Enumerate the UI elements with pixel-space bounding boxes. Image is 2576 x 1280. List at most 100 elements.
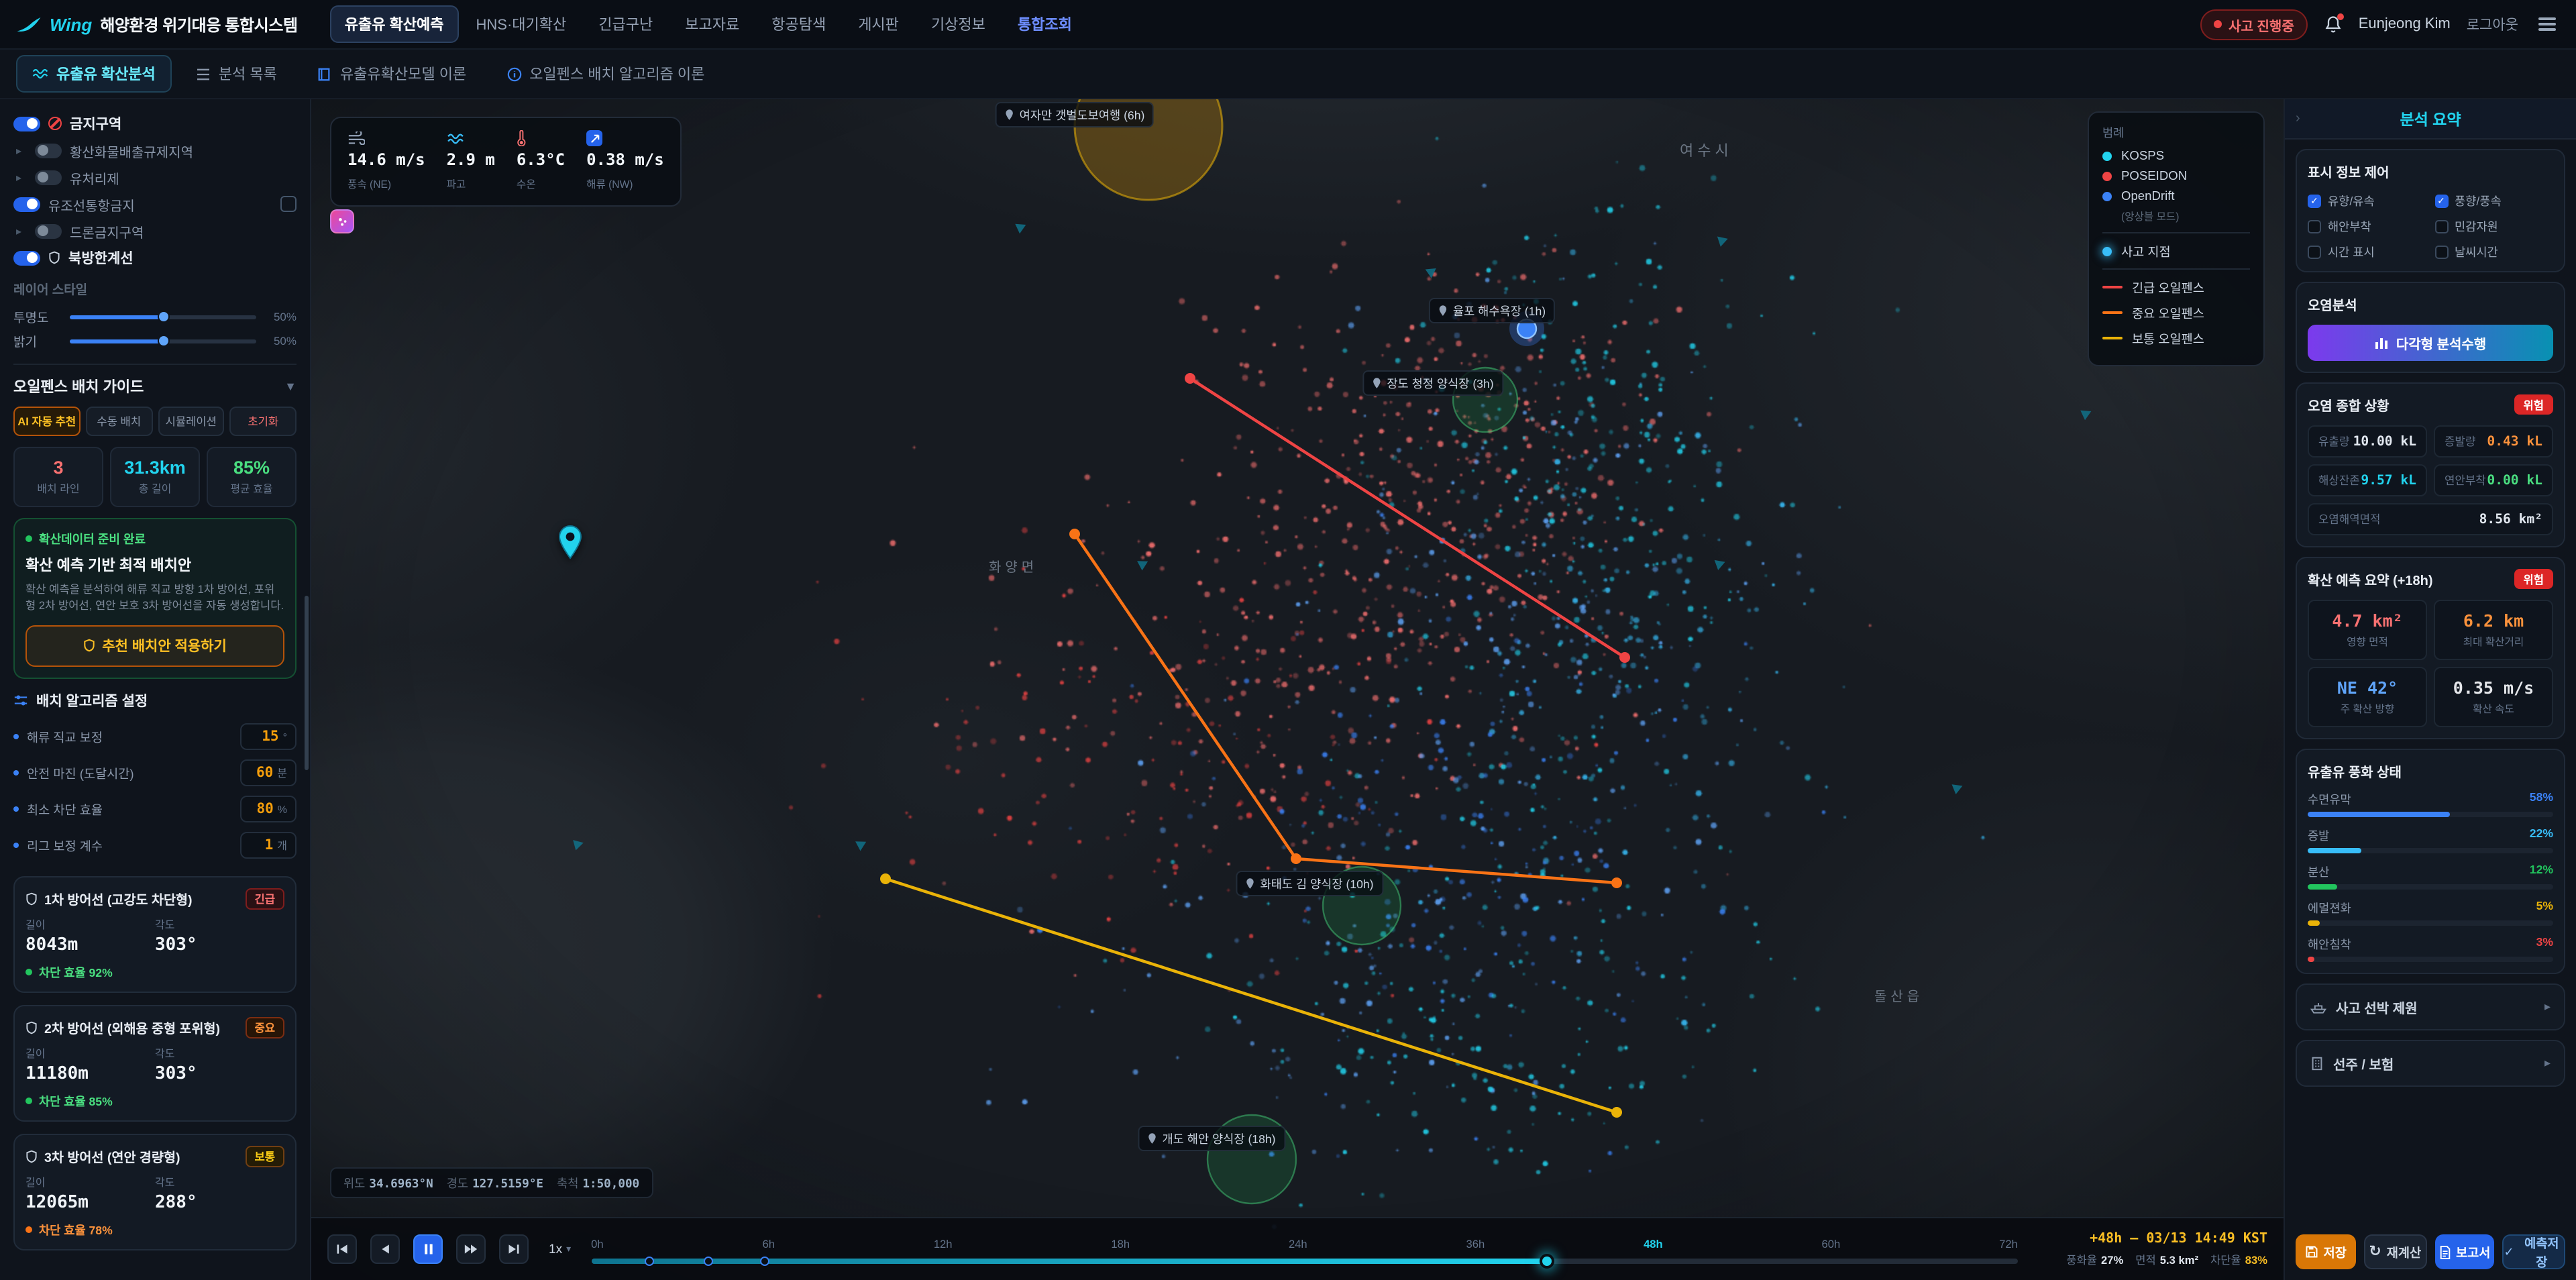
defense-line-card-3[interactable]: 3차 방어선 (연안 경량형) 보통 길이12065m 각도288° 차단 효율…	[13, 1134, 297, 1250]
expand-caret-icon[interactable]: ▸	[16, 144, 27, 156]
incident-status-badge[interactable]: 사고 진행중	[2200, 9, 2308, 40]
tab-boom-algorithm-theory[interactable]: 오일펜스 배치 알고리즘 이론	[490, 55, 720, 93]
block-efficiency: 차단 효율 78%	[25, 1221, 284, 1238]
user-name[interactable]: Eunjeong Kim	[2359, 16, 2451, 32]
defense-line-card-1[interactable]: 1차 방어선 (고강도 차단형) 긴급 길이8043m 각도303° 차단 효율…	[13, 876, 297, 993]
mode-manual-button[interactable]: 수동 배치	[86, 407, 153, 436]
recalculate-button[interactable]: ↻ 재계산	[2364, 1234, 2427, 1269]
checkbox-shoreline[interactable]: 해안부착	[2308, 217, 2426, 235]
layers-tool-button[interactable]	[330, 209, 354, 233]
nav-item-board[interactable]: 게시판	[843, 5, 914, 43]
nav-item-hns[interactable]: HNS·대기확산	[462, 5, 582, 43]
nav-item-integrated-search[interactable]: 통합조회	[1003, 5, 1087, 43]
checkbox-weather-time[interactable]: 날씨시간	[2434, 243, 2553, 260]
tab-diffusion-model-theory[interactable]: 유출유확산모델 이론	[301, 55, 482, 93]
slider-value: 50%	[267, 334, 297, 348]
wave-icon	[32, 67, 48, 81]
save-button[interactable]: 저장	[2296, 1234, 2356, 1269]
boom-guide-stats: 3 배치 라인 31.3km 총 길이 85% 평균 효율	[13, 447, 297, 507]
sidebar-scrollbar[interactable]	[305, 595, 309, 769]
building-icon	[2310, 1056, 2324, 1071]
layer-toggle-drone-ban[interactable]	[35, 223, 62, 238]
place-label-tidal-flat[interactable]: 여자만 갯벌도보여행 (6h)	[996, 102, 1155, 127]
layer-toggle-restricted-zone[interactable]	[13, 116, 40, 131]
risk-badge: 위험	[2514, 394, 2553, 415]
layer-toggle-nll[interactable]	[13, 250, 40, 265]
defense-line-card-2[interactable]: 2차 방어선 (외해용 중형 포위형) 중요 길이11180m 각도303° 차…	[13, 1005, 297, 1122]
nav-item-aerial-search[interactable]: 항공탐색	[757, 5, 841, 43]
legend-model-opendrift: OpenDrift	[2102, 189, 2250, 203]
param-input[interactable]: 1개	[240, 833, 297, 859]
place-label-yulpo-beach[interactable]: 율포 해수욕장 (1h)	[1429, 298, 1555, 323]
checkbox-flow[interactable]: 유향/유속	[2308, 192, 2426, 209]
wave-icon	[447, 129, 495, 148]
panel-collapse-icon[interactable]: ›	[2296, 111, 2300, 126]
wind-icon	[347, 129, 425, 148]
timeline-stats: 풍화율27% 면적5.3 km² 차단율83%	[2031, 1251, 2267, 1267]
layer-toggle-sox-zone[interactable]	[35, 143, 62, 158]
deploy-marker[interactable]	[761, 1257, 770, 1266]
chevron-down-icon[interactable]: ▼	[284, 380, 297, 393]
timeline-thumb[interactable]	[1540, 1254, 1554, 1269]
layer-toggle-tanker-ban[interactable]	[13, 197, 40, 211]
timeline-track[interactable]	[591, 1259, 2018, 1264]
checkbox-sensitive[interactable]: 민감자원	[2434, 217, 2553, 235]
map-pin[interactable]	[557, 525, 584, 566]
place-label-jangdo-farm[interactable]: 장도 청정 양식장 (3h)	[1362, 370, 1503, 396]
expand-caret-icon[interactable]: ▸	[16, 225, 27, 237]
owner-insurance-section[interactable]: 선주 / 보험 ▸	[2296, 1040, 2565, 1087]
param-input[interactable]: 80%	[240, 796, 297, 823]
report-button[interactable]: 보고서	[2434, 1234, 2495, 1269]
layer-label: 북방한계선	[68, 248, 133, 268]
max-distance-cell: 6.2 km최대 확산거리	[2434, 600, 2553, 660]
layer-label: 드론금지구역	[70, 221, 144, 241]
tab-analysis-list[interactable]: 분석 목록	[180, 55, 293, 93]
brand[interactable]: Wing 해양환경 위기대응 통합시스템	[16, 13, 298, 36]
skip-start-button[interactable]	[327, 1234, 357, 1264]
chart-icon	[2375, 337, 2388, 349]
expand-caret-icon[interactable]: ▸	[16, 171, 27, 183]
step-back-button[interactable]	[370, 1234, 400, 1264]
layer-options-button[interactable]	[280, 196, 297, 212]
weathering-row-dispersion: 분산12%	[2308, 863, 2553, 890]
block-efficiency: 차단 효율 92%	[25, 963, 284, 981]
brightness-slider[interactable]	[70, 339, 256, 343]
shield-icon	[48, 251, 60, 264]
slider-thumb[interactable]	[157, 335, 169, 347]
tab-spill-analysis[interactable]: 유출유 확산분석	[16, 55, 172, 93]
vessel-spec-section[interactable]: 사고 선박 제원 ▸	[2296, 983, 2565, 1030]
apply-recommendation-button[interactable]: 추천 배치안 적용하기	[25, 625, 284, 667]
place-label-hwataedo-farm[interactable]: 화태도 김 양식장 (10h)	[1236, 871, 1383, 896]
prediction-save-button[interactable]: ✓ 예측저장	[2503, 1234, 2566, 1269]
checkbox-wind[interactable]: 풍향/풍속	[2434, 192, 2553, 209]
mode-ai-recommend-button[interactable]: AI 자동 추천	[13, 407, 80, 436]
param-input[interactable]: 15°	[240, 724, 297, 751]
notification-bell-icon[interactable]	[2324, 15, 2343, 34]
pause-button[interactable]	[413, 1234, 443, 1264]
nav-item-spill-forecast[interactable]: 유출유 확산예측	[330, 5, 459, 43]
slider-thumb[interactable]	[157, 311, 169, 323]
menu-icon[interactable]	[2534, 13, 2560, 35]
place-label-gaedo-farm[interactable]: 개도 해안 양식장 (18h)	[1138, 1126, 1285, 1151]
nav-item-weather[interactable]: 기상정보	[916, 5, 1000, 43]
deploy-marker[interactable]	[704, 1257, 713, 1266]
nav-item-rescue[interactable]: 긴급구난	[584, 5, 667, 43]
weathering-row-slick: 수면유막58%	[2308, 790, 2553, 817]
priority-badge: 중요	[245, 1017, 284, 1038]
param-input[interactable]: 60분	[240, 760, 297, 787]
map-area[interactable]: 여수시 화양면 돌산읍 여자만 갯벌도보여행 (6h) 율포 해수욕장 (1h)…	[311, 99, 2284, 1280]
playback-speed-select[interactable]: 1x▾	[542, 1238, 578, 1261]
no-entry-icon	[48, 117, 62, 130]
logout-button[interactable]: 로그아웃	[2467, 14, 2518, 34]
deploy-marker[interactable]	[645, 1257, 654, 1266]
skip-end-button[interactable]	[499, 1234, 529, 1264]
mode-reset-button[interactable]: 초기화	[230, 407, 297, 436]
opacity-slider[interactable]	[70, 315, 256, 319]
polygon-analysis-button[interactable]: 다각형 분석수행	[2308, 325, 2553, 361]
mode-simulation-button[interactable]: 시뮬레이션	[158, 407, 225, 436]
app-root: Wing 해양환경 위기대응 통합시스템 유출유 확산예측 HNS·대기확산 긴…	[0, 0, 2576, 1280]
layer-toggle-dispersant[interactable]	[35, 170, 62, 184]
nav-item-reports[interactable]: 보고자료	[670, 5, 754, 43]
checkbox-time[interactable]: 시간 표시	[2308, 243, 2426, 260]
fast-forward-button[interactable]	[456, 1234, 486, 1264]
